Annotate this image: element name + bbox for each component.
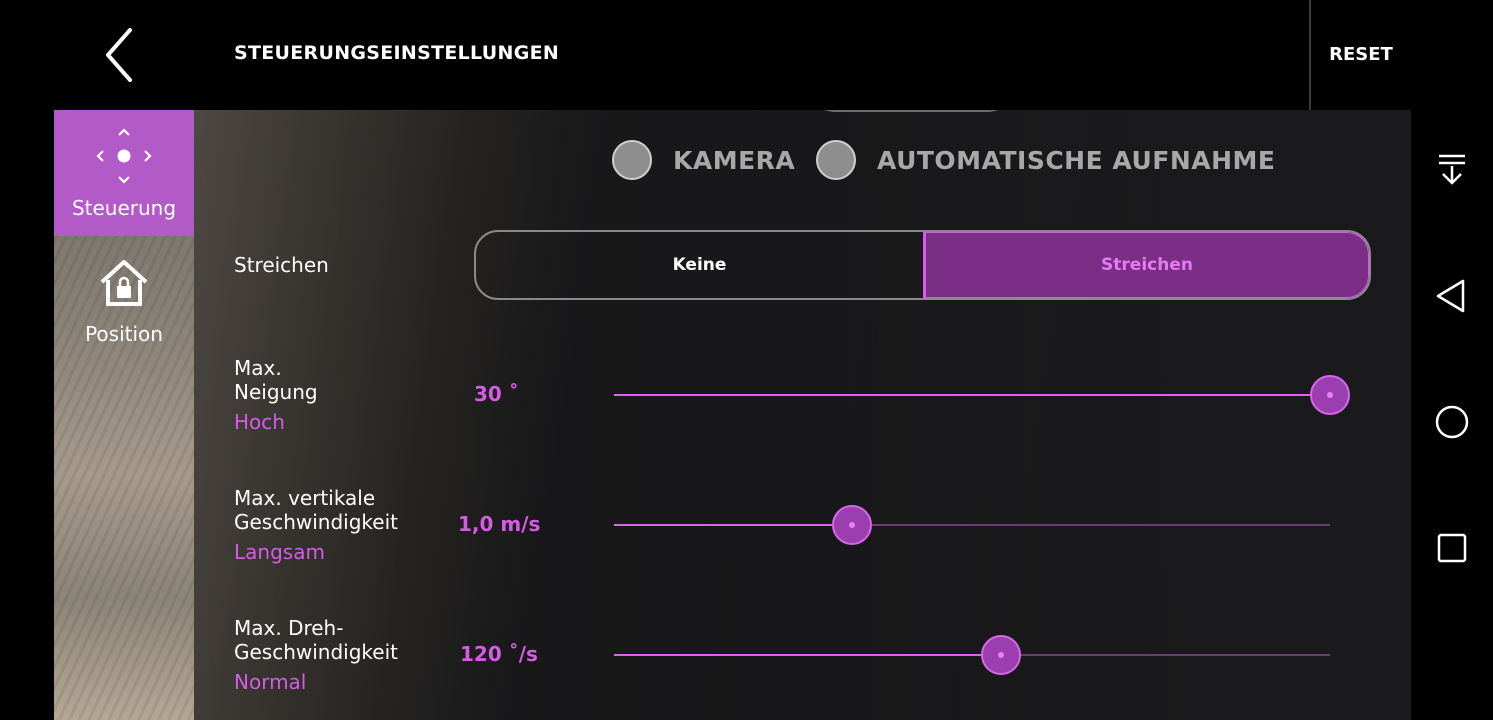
swipe-label: Streichen [234, 253, 329, 277]
slider-label-neigung: Max. Neigung Hoch [234, 356, 318, 434]
home-circle-icon[interactable] [1432, 402, 1472, 442]
segment-keine[interactable]: Keine [476, 232, 923, 298]
level-text: Langsam [234, 540, 325, 564]
slider-vertikale-geschwindigkeit[interactable] [614, 505, 1330, 545]
radio-dot [612, 140, 652, 180]
radio-dot [816, 140, 856, 180]
top-bar: STEUERUNGSEINSTELLUNGEN RESET [0, 0, 1411, 110]
level-text: Hoch [234, 410, 285, 434]
radio-kamera[interactable]: KAMERA [612, 140, 795, 180]
label-line: Max. Dreh- [234, 616, 344, 640]
sidebar-item-label: Position [85, 322, 163, 346]
radio-automatische-aufnahme[interactable]: AUTOMATISCHE AUFNAHME [816, 140, 1276, 180]
segment-streichen[interactable]: Streichen [923, 232, 1369, 298]
recents-square-icon[interactable] [1432, 528, 1472, 568]
sidebar-item-steuerung[interactable]: Steuerung [54, 110, 194, 236]
label-line: Geschwindigkeit [234, 510, 399, 534]
header-divider [1309, 0, 1311, 110]
sidebar-item-label: Steuerung [71, 196, 177, 220]
slider-dreh-geschwindigkeit[interactable] [614, 635, 1330, 675]
radio-label: KAMERA [673, 145, 796, 175]
notification-shade-icon[interactable] [1432, 150, 1472, 190]
label-line: Max. [234, 356, 282, 380]
system-nav-bar [1411, 0, 1493, 720]
slider-fill [614, 654, 1001, 656]
swipe-segmented-control: Keine Streichen [474, 230, 1371, 300]
level-text: Normal [234, 670, 307, 694]
value-vertikal: 1,0 m/s [458, 512, 541, 536]
dpad-arrows-icon [96, 128, 152, 184]
radio-label: AUTOMATISCHE AUFNAHME [877, 145, 1276, 175]
slider-label-dreh: Max. Dreh- Geschwindigkeit Normal [234, 616, 398, 694]
settings-sidebar: Steuerung Position [54, 110, 194, 720]
label-line: Geschwindigkeit [234, 640, 399, 664]
slider-neigung[interactable] [614, 375, 1350, 415]
page-title: STEUERUNGSEINSTELLUNGEN [234, 42, 560, 64]
home-lock-icon [100, 260, 148, 306]
sidebar-item-position[interactable]: Position [54, 236, 194, 362]
value-dreh: 120 ˚/s [460, 642, 538, 666]
slider-thumb[interactable] [980, 635, 1021, 675]
slider-thumb[interactable] [832, 505, 873, 545]
slider-fill [614, 524, 853, 526]
back-triangle-icon[interactable] [1432, 276, 1472, 316]
slider-fill [614, 394, 1330, 396]
label-line: Neigung [234, 380, 318, 404]
back-button[interactable] [92, 22, 152, 88]
top-edge-arc [804, 110, 1019, 112]
value-neigung: 30 ˚ [474, 382, 519, 406]
settings-panel: KAMERA AUTOMATISCHE AUFNAHME Streichen K… [194, 110, 1411, 720]
slider-thumb[interactable] [1310, 375, 1350, 415]
label-line: Max. vertikale [234, 486, 376, 510]
reset-button[interactable]: RESET [1312, 38, 1410, 72]
chevron-left-icon [106, 28, 132, 82]
slider-label-vertikal: Max. vertikale Geschwindigkeit Langsam [234, 486, 398, 564]
